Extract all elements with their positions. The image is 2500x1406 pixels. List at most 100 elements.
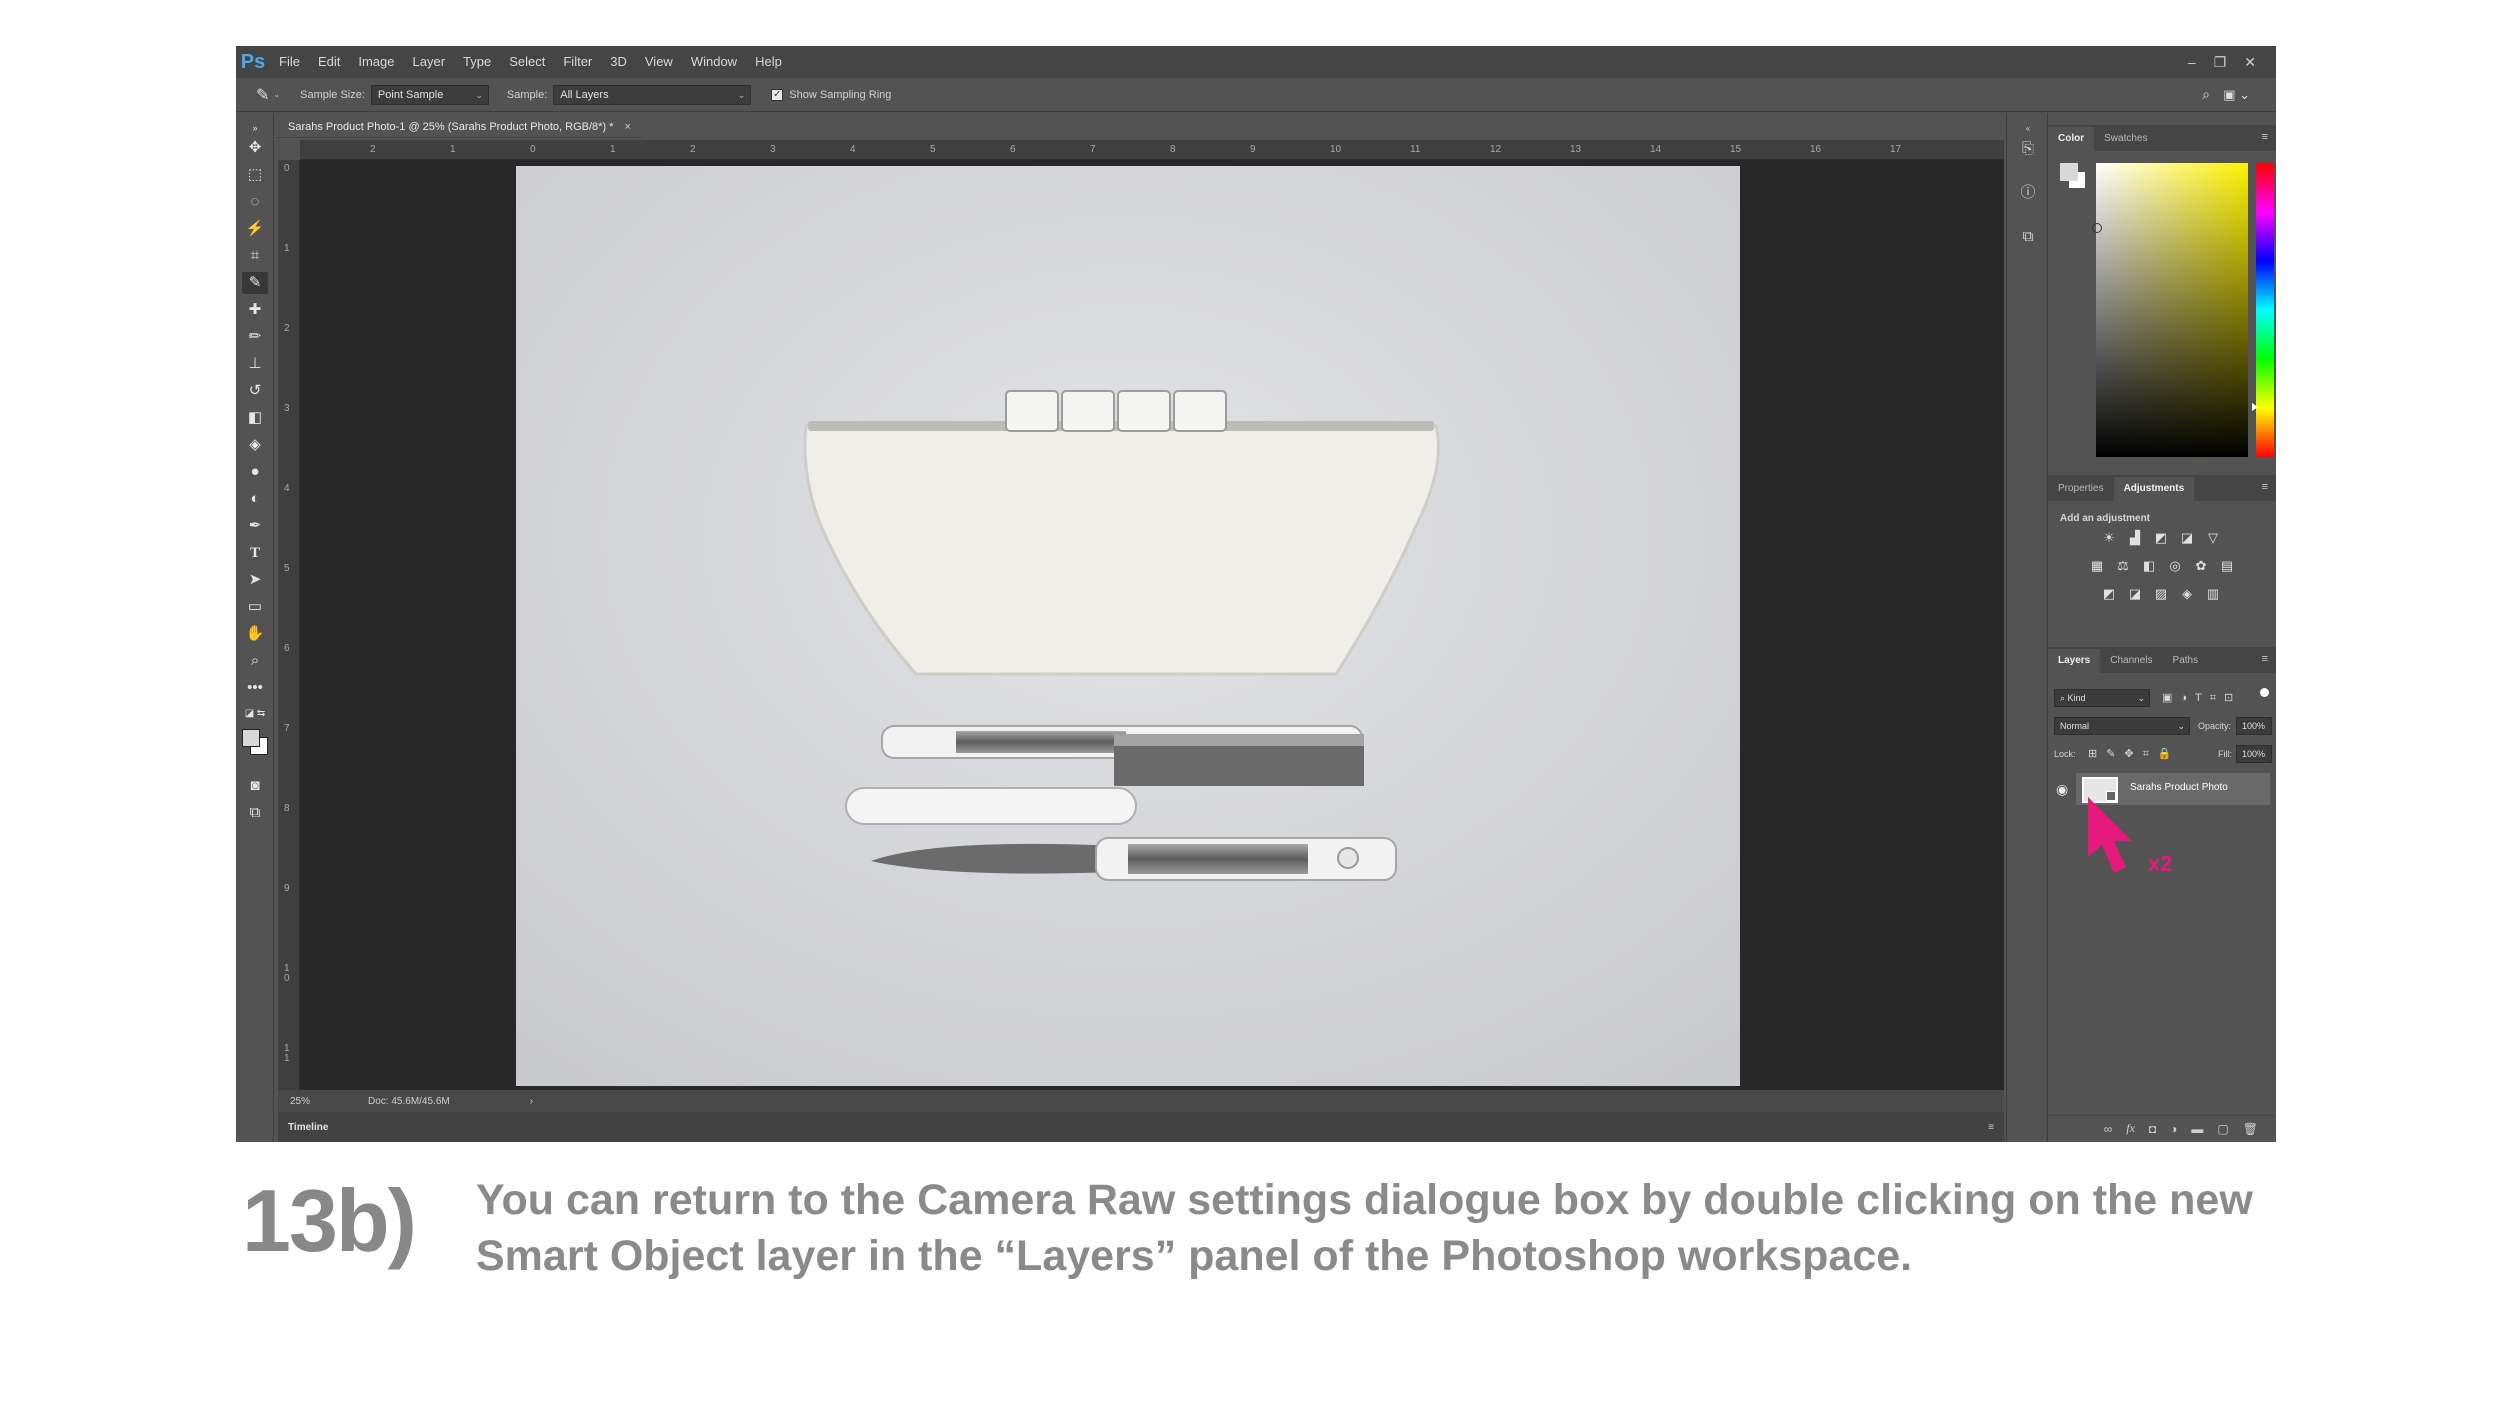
crop-tool-icon[interactable]: ⌗ (242, 245, 268, 267)
path-selection-tool-icon[interactable]: ➤ (242, 569, 268, 591)
threshold-icon[interactable]: ▨ (2152, 587, 2170, 601)
close-button[interactable]: ✕ (2244, 54, 2256, 71)
tool-preset-chevron-icon[interactable]: ⌄ (273, 90, 280, 99)
brush-tool-icon[interactable]: ✏ (242, 326, 268, 348)
vibrance-icon[interactable]: ▽ (2204, 531, 2222, 545)
tab-paths[interactable]: Paths (2163, 649, 2209, 673)
timeline-tab[interactable]: Timeline (288, 1122, 328, 1133)
hand-tool-icon[interactable]: ✋ (242, 623, 268, 645)
screen-mode-icon[interactable]: ⧉ (242, 802, 268, 824)
new-adjustment-layer-icon[interactable]: ◑ (2170, 1122, 2177, 1136)
color-balance-icon[interactable]: ⚖ (2114, 559, 2132, 573)
sample-select[interactable]: All Layers ⌄ (553, 84, 752, 105)
opacity-field[interactable]: 100% (2236, 717, 2272, 735)
history-brush-tool-icon[interactable]: ↺ (242, 380, 268, 402)
blur-tool-icon[interactable]: ● (242, 461, 268, 483)
default-colors-icon[interactable]: ◪ ⇆ (242, 703, 268, 725)
layer-visibility-eye-icon[interactable]: ◉ (2056, 781, 2068, 798)
zoom-level[interactable]: 25% (290, 1096, 310, 1107)
hue-slider[interactable] (2252, 163, 2274, 457)
lasso-tool-icon[interactable]: ◌ (242, 191, 268, 213)
black-white-icon[interactable]: ◧ (2140, 559, 2158, 573)
tab-channels[interactable]: Channels (2100, 649, 2162, 673)
panel-collapse-icon[interactable]: » (242, 117, 268, 139)
panel-menu-icon[interactable]: ≡ (2262, 131, 2268, 143)
blend-mode-select[interactable]: Normal ⌄ (2054, 717, 2190, 735)
menu-type[interactable]: Type (454, 46, 500, 78)
tab-properties[interactable]: Properties (2048, 477, 2114, 501)
posterize-icon[interactable]: ◪ (2126, 587, 2144, 601)
link-layers-icon[interactable]: ∞ (2104, 1122, 2113, 1136)
layer-filter-icons[interactable]: ▣◑T⌗⊡ (2162, 691, 2241, 705)
new-layer-icon[interactable]: ▢ (2217, 1122, 2228, 1136)
info-icon[interactable]: ⓘ (2016, 181, 2040, 205)
hue-slider-handle[interactable] (2252, 403, 2258, 411)
menu-image[interactable]: Image (349, 46, 403, 78)
layer-effects-icon[interactable]: fx (2126, 1121, 2135, 1136)
pen-tool-icon[interactable]: ✒ (242, 515, 268, 537)
tab-color[interactable]: Color (2048, 127, 2095, 151)
move-tool-icon[interactable]: ✥ (242, 137, 268, 159)
menu-filter[interactable]: Filter (554, 46, 601, 78)
color-picker-field[interactable] (2092, 163, 2248, 457)
panel-menu-icon[interactable]: ≡ (2262, 653, 2268, 665)
glyphs-panel-icon[interactable]: ⧉ (2016, 225, 2040, 249)
selective-color-icon[interactable]: ◈ (2178, 587, 2196, 601)
eyedropper-tool-preset-icon[interactable]: ✎ (256, 85, 269, 105)
levels-icon[interactable]: ▟ (2126, 531, 2144, 545)
paint-bucket-tool-icon[interactable]: ◈ (242, 434, 268, 456)
minimize-button[interactable]: – (2188, 54, 2196, 70)
menu-select[interactable]: Select (500, 46, 554, 78)
menu-layer[interactable]: Layer (404, 46, 455, 78)
timeline-panel-bar[interactable]: Timeline ≡ (278, 1112, 2004, 1142)
brightness-contrast-icon[interactable]: ☀ (2100, 531, 2118, 545)
tab-swatches[interactable]: Swatches (2094, 127, 2157, 151)
fill-field[interactable]: 100% (2236, 745, 2272, 763)
clone-stamp-tool-icon[interactable]: ⊥ (242, 353, 268, 375)
type-tool-icon[interactable]: T (242, 542, 268, 564)
restore-button[interactable]: ❐ (2214, 54, 2227, 71)
marquee-tool-icon[interactable]: ⬚ (242, 164, 268, 186)
show-sampling-ring-checkbox[interactable]: ✓ (771, 88, 784, 101)
rectangle-tool-icon[interactable]: ▭ (242, 596, 268, 618)
filter-toggle-icon[interactable] (2260, 688, 2269, 697)
layer-name[interactable]: Sarahs Product Photo (2130, 782, 2228, 793)
foreground-color-swatch[interactable] (242, 729, 260, 747)
exposure-icon[interactable]: ◪ (2178, 531, 2196, 545)
workspace-switcher-icon[interactable]: ▣ ⌄ (2223, 87, 2250, 103)
gradient-map-icon[interactable]: ▥ (2204, 587, 2222, 601)
lock-icons[interactable]: ⊞✎✥⌗🔒 (2088, 747, 2181, 761)
healing-brush-tool-icon[interactable]: ✚ (242, 299, 268, 321)
document-tab[interactable]: Sarahs Product Photo-1 @ 25% (Sarahs Pro… (276, 116, 643, 138)
eyedropper-tool-icon[interactable]: ✎ (242, 272, 268, 294)
panel-menu-icon[interactable]: ≡ (1988, 1122, 1994, 1133)
search-icon[interactable]: ⌕ (2202, 86, 2210, 103)
canvas-area[interactable] (300, 160, 2004, 1104)
status-expand-icon[interactable]: › (530, 1096, 533, 1107)
color-picker-marker[interactable] (2092, 223, 2102, 233)
menu-view[interactable]: View (636, 46, 682, 78)
channel-mixer-icon[interactable]: ✿ (2192, 559, 2210, 573)
layer-kind-filter[interactable]: ⌕ Kind ⌄ (2054, 689, 2150, 707)
magic-wand-tool-icon[interactable]: ⚡ (242, 218, 268, 240)
eraser-tool-icon[interactable]: ◧ (242, 407, 268, 429)
menu-help[interactable]: Help (746, 46, 791, 78)
menu-file[interactable]: File (270, 46, 309, 78)
delete-layer-icon[interactable]: 🗑 (2243, 1122, 2258, 1136)
new-group-icon[interactable]: ▬ (2191, 1122, 2203, 1136)
sample-size-select[interactable]: Point Sample ⌄ (370, 84, 489, 105)
menu-3d[interactable]: 3D (601, 46, 636, 78)
tab-adjustments[interactable]: Adjustments (2113, 477, 2195, 501)
more-tools-icon[interactable]: ••• (242, 677, 268, 699)
zoom-tool-icon[interactable]: ⌕ (242, 650, 268, 672)
photo-filter-icon[interactable]: ◎ (2166, 559, 2184, 573)
add-mask-icon[interactable]: ◘ (2149, 1122, 2156, 1136)
foreground-swatch[interactable] (2060, 163, 2078, 181)
hue-saturation-icon[interactable]: ▦ (2088, 559, 2106, 573)
history-panel-icon[interactable]: ⎘ (2016, 137, 2040, 161)
quick-mask-icon[interactable]: ◙ (242, 775, 268, 797)
dodge-tool-icon[interactable]: ◐ (242, 488, 268, 510)
curves-icon[interactable]: ◩ (2152, 531, 2170, 545)
invert-icon[interactable]: ◩ (2100, 587, 2118, 601)
menu-window[interactable]: Window (682, 46, 746, 78)
